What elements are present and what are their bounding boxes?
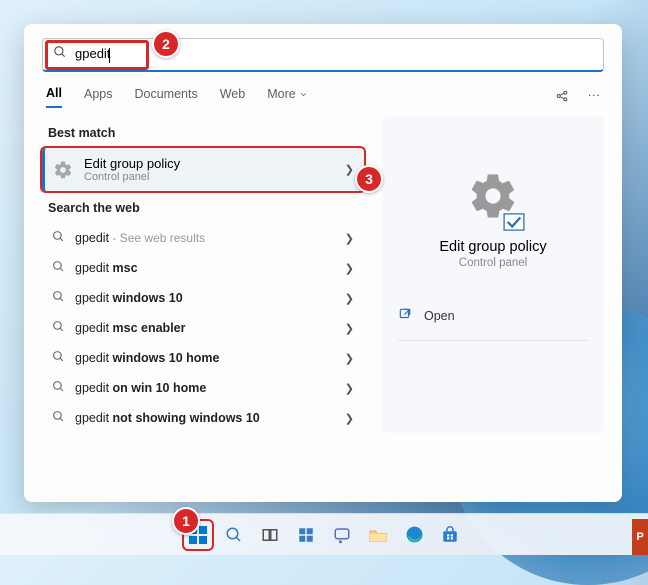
chevron-right-icon[interactable]: ❯ (345, 322, 354, 335)
chevron-right-icon[interactable]: ❯ (345, 382, 354, 395)
taskbar-explorer-icon[interactable] (364, 521, 392, 549)
taskbar-edge-icon[interactable] (400, 521, 428, 549)
web-result-text: gpedit not showing windows 10 (75, 411, 260, 425)
tab-web[interactable]: Web (220, 87, 245, 107)
preview-title: Edit group policy (439, 239, 546, 255)
search-box[interactable]: gpedit (42, 38, 604, 72)
open-icon (398, 307, 412, 324)
preview-subtitle: Control panel (459, 257, 527, 269)
tab-documents[interactable]: Documents (134, 87, 197, 107)
annotation-callout-2: 2 (152, 30, 180, 58)
start-search-panel: gpedit All Apps Documents Web More ··· B… (24, 24, 622, 502)
gear-icon (52, 159, 74, 181)
chevron-right-icon[interactable]: ❯ (345, 292, 354, 305)
section-search-web: Search the web (48, 201, 358, 215)
web-result-item[interactable]: gpedit msc ❯ (42, 253, 364, 283)
section-best-match: Best match (48, 126, 358, 140)
search-icon (52, 230, 65, 246)
web-result-text: gpedit windows 10 (75, 291, 183, 305)
taskbar (0, 513, 648, 555)
results-left-column: Best match Edit group policy Control pan… (42, 116, 364, 433)
taskbar-search-icon[interactable] (220, 521, 248, 549)
chevron-right-icon[interactable]: ❯ (345, 232, 354, 245)
best-match-title: Edit group policy (84, 156, 180, 171)
search-icon (52, 410, 65, 426)
search-icon (52, 290, 65, 306)
tab-apps[interactable]: Apps (84, 87, 113, 107)
chevron-right-icon[interactable]: ❯ (345, 163, 354, 176)
preview-gear-icon (467, 170, 519, 227)
tab-more[interactable]: More (267, 87, 308, 107)
annotation-callout-3: 3 (355, 165, 383, 193)
web-result-text: gpedit - See web results (75, 231, 205, 245)
web-result-item[interactable]: gpedit windows 10 home ❯ (42, 343, 364, 373)
web-result-text: gpedit on win 10 home (75, 381, 206, 395)
web-result-item[interactable]: gpedit msc enabler ❯ (42, 313, 364, 343)
best-match-result[interactable]: Edit group policy Control panel ❯ (42, 148, 364, 191)
chevron-right-icon[interactable]: ❯ (345, 352, 354, 365)
share-icon[interactable] (554, 88, 570, 107)
search-icon (52, 320, 65, 336)
best-match-subtitle: Control panel (84, 171, 180, 183)
web-result-item[interactable]: gpedit - See web results ❯ (42, 223, 364, 253)
web-result-text: gpedit msc enabler (75, 321, 186, 335)
search-filter-tabs: All Apps Documents Web More ··· (46, 86, 600, 108)
tab-all[interactable]: All (46, 86, 62, 108)
search-icon (52, 350, 65, 366)
open-action[interactable]: Open (398, 307, 588, 332)
open-label: Open (424, 309, 455, 323)
web-results-list: gpedit - See web results❯gpedit msc❯gped… (42, 223, 364, 433)
search-icon (52, 380, 65, 396)
chevron-right-icon[interactable]: ❯ (345, 412, 354, 425)
web-result-item[interactable]: gpedit not showing windows 10 ❯ (42, 403, 364, 433)
annotation-callout-1: 1 (172, 507, 200, 535)
search-icon (53, 45, 67, 64)
divider (398, 340, 588, 341)
taskbar-widgets-icon[interactable] (292, 521, 320, 549)
taskbar-store-icon[interactable] (436, 521, 464, 549)
more-options-icon[interactable]: ··· (588, 88, 601, 107)
search-icon (52, 260, 65, 276)
web-result-text: gpedit msc (75, 261, 138, 275)
taskbar-task-view-icon[interactable] (256, 521, 284, 549)
chevron-right-icon[interactable]: ❯ (345, 262, 354, 275)
taskbar-powerpoint-icon-partial[interactable]: P (632, 519, 648, 555)
result-preview-pane: Edit group policy Control panel Open (382, 116, 604, 433)
web-result-text: gpedit windows 10 home (75, 351, 220, 365)
taskbar-chat-icon[interactable] (328, 521, 356, 549)
web-result-item[interactable]: gpedit windows 10 ❯ (42, 283, 364, 313)
web-result-item[interactable]: gpedit on win 10 home ❯ (42, 373, 364, 403)
